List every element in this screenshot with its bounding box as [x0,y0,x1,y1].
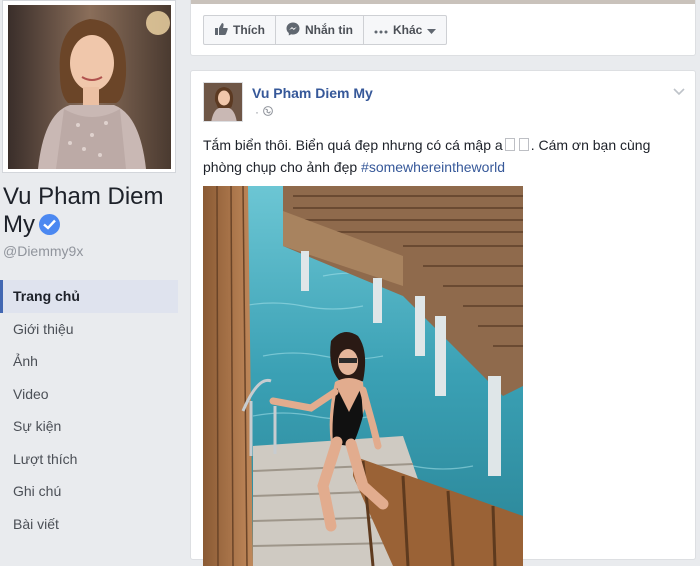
post-hashtag[interactable]: #somewhereintheworld [361,159,505,175]
more-button[interactable]: Khác [364,16,446,44]
cover-photo-edge [191,0,695,4]
action-button-group: Thích Nhắn tin Khác [203,15,448,45]
send-message-button[interactable]: Nhắn tin [276,16,364,44]
post-timestamp[interactable]: · [255,105,259,119]
messenger-icon [286,22,300,39]
post-photo[interactable] [203,186,523,566]
nav-item-posts[interactable]: Bài viết [0,508,178,541]
post-meta: · [255,105,273,119]
caret-down-icon [427,23,437,37]
nav-item-about[interactable]: Giới thiệu [0,313,178,346]
like-button-label: Thích [233,23,265,37]
profile-picture[interactable] [8,5,171,169]
like-page-button[interactable]: Thích [204,16,276,44]
nav-item-likes[interactable]: Lượt thích [0,443,178,476]
page-name-text[interactable]: Vu Pham Diem My [3,183,164,238]
page-title[interactable]: Vu Pham Diem My [3,183,188,239]
page-actions-bar: Thích Nhắn tin Khác [190,0,696,56]
more-dots-icon [374,23,388,37]
post-text-part1: Tắm biển thôi. Biển quá đẹp nhưng có cá … [203,137,503,153]
nav-item-videos[interactable]: Video [0,378,178,411]
page-username: @Diemmy9x [3,243,84,259]
nav-item-notes[interactable]: Ghi chú [0,475,178,508]
profile-picture-frame[interactable] [2,0,176,173]
missing-emoji-icon [518,138,529,151]
left-column: Vu Pham Diem My @Diemmy9x Trang chủ Giới… [0,0,190,549]
nav-item-events[interactable]: Sự kiện [0,410,178,443]
post-options-button[interactable] [673,83,685,101]
globe-icon [263,105,273,119]
more-button-label: Khác [393,23,423,37]
nav-item-home[interactable]: Trang chủ [0,280,178,313]
post-message: Tắm biển thôi. Biển quá đẹp nhưng có cá … [203,134,683,178]
nav-item-photos[interactable]: Ảnh [0,345,178,378]
message-button-label: Nhắn tin [305,23,353,37]
missing-emoji-icon [504,138,515,151]
thumbs-up-icon [214,22,228,38]
post-author-avatar[interactable] [203,82,243,122]
verified-badge-icon [39,214,60,235]
chevron-down-icon [673,83,685,100]
post-card: Vu Pham Diem My · Tắm biển thôi. Biển qu… [190,70,696,566]
post-author-name[interactable]: Vu Pham Diem My [252,85,373,101]
page-navigation: Trang chủ Giới thiệu Ảnh Video Sự kiện L… [0,280,178,540]
